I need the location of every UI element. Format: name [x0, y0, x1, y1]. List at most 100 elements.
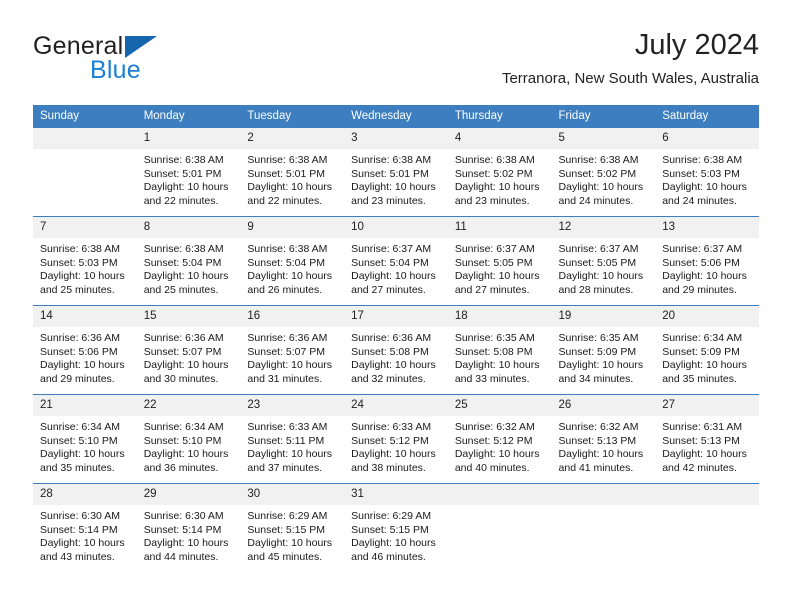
day-sun-info: Sunrise: 6:30 AM Sunset: 5:14 PM Daylight:… — [33, 505, 137, 564]
day-number: 14 — [33, 306, 137, 327]
day-number: 28 — [33, 484, 137, 505]
calendar-day-cell[interactable]: 1 Sunrise: 6:38 AM Sunset: 5:01 PM Daylight… — [136, 127, 241, 217]
sunrise-text: Sunrise: 6:29 AM — [247, 510, 328, 522]
calendar-day-cell[interactable]: 9 Sunrise: 6:38 AM Sunset: 5:04 PM Daylight… — [240, 216, 345, 306]
sunrise-text: Sunrise: 6:38 AM — [351, 154, 432, 166]
day-number: 3 — [344, 128, 448, 149]
daylight-text-line2: and 35 minutes. — [40, 461, 115, 474]
daylight-text-line1: Daylight: 10 hours — [351, 537, 436, 550]
calendar-day-cell[interactable]: 25 Sunrise: 6:32 AM Sunset: 5:12 PM Dayligh… — [447, 394, 552, 484]
calendar-day-cell[interactable]: 17 Sunrise: 6:36 AM Sunset: 5:08 PM Dayligh… — [344, 305, 448, 395]
daylight-text-line2: and 22 minutes. — [247, 194, 323, 207]
calendar-day-cell[interactable]: 4 Sunrise: 6:38 AM Sunset: 5:02 PM Daylight… — [447, 127, 552, 217]
calendar-day-cell[interactable]: 11 Sunrise: 6:37 AM Sunset: 5:05 PM Dayligh… — [447, 216, 552, 306]
daylight-text-line2: and 34 minutes. — [558, 372, 634, 385]
daylight-text-line1: Daylight: 10 hours — [662, 270, 747, 283]
day-number: 10 — [344, 217, 448, 238]
sunrise-text: Sunrise: 6:35 AM — [558, 332, 639, 344]
sunrise-text: Sunrise: 6:35 AM — [454, 332, 535, 344]
calendar-day-cell[interactable]: 8 Sunrise: 6:38 AM Sunset: 5:04 PM Daylight… — [136, 216, 241, 306]
calendar-day-cell[interactable]: 6 Sunrise: 6:38 AM Sunset: 5:03 PM Daylight… — [655, 127, 759, 217]
day-sun-info: Sunrise: 6:35 AM Sunset: 5:08 PM Daylight:… — [448, 327, 552, 386]
calendar-day-cell[interactable]: 5 Sunrise: 6:38 AM Sunset: 5:02 PM Daylight… — [551, 127, 656, 217]
daylight-text-line2: and 36 minutes. — [143, 461, 219, 474]
day-number — [33, 128, 137, 149]
day-number: 5 — [551, 128, 656, 149]
calendar-day-cell[interactable]: 19 Sunrise: 6:35 AM Sunset: 5:09 PM Dayligh… — [551, 305, 656, 395]
sunrise-text: Sunrise: 6:38 AM — [143, 243, 224, 255]
sunrise-text: Sunrise: 6:34 AM — [40, 421, 120, 433]
calendar-day-cell[interactable]: 16 Sunrise: 6:36 AM Sunset: 5:07 PM Dayligh… — [240, 305, 345, 395]
sunrise-text: Sunrise: 6:38 AM — [454, 154, 535, 166]
calendar-day-cell[interactable]: 3 Sunrise: 6:38 AM Sunset: 5:01 PM Daylight… — [344, 127, 448, 217]
day-sun-info: Sunrise: 6:30 AM Sunset: 5:14 PM Daylight:… — [137, 505, 241, 564]
day-sun-info: Sunrise: 6:36 AM Sunset: 5:08 PM Daylight:… — [344, 327, 448, 386]
daylight-text-line1: Daylight: 10 hours — [558, 181, 644, 194]
calendar-day-cell[interactable]: 30 Sunrise: 6:29 AM Sunset: 5:15 PM Dayligh… — [240, 483, 345, 572]
calendar-day-cell[interactable]: 27 Sunrise: 6:31 AM Sunset: 5:13 PM Dayligh… — [655, 394, 759, 484]
sunrise-text: Sunrise: 6:37 AM — [351, 243, 432, 255]
day-sun-info: Sunrise: 6:36 AM Sunset: 5:07 PM Daylight:… — [137, 327, 241, 386]
daylight-text-line2: and 26 minutes. — [247, 283, 323, 296]
day-number: 16 — [240, 306, 345, 327]
sunset-text: Sunset: 5:06 PM — [40, 345, 118, 358]
daylight-text-line2: and 37 minutes. — [247, 461, 323, 474]
daylight-text-line2: and 22 minutes. — [143, 194, 219, 207]
day-number: 22 — [136, 395, 241, 416]
calendar-day-cell[interactable]: 31 Sunrise: 6:29 AM Sunset: 5:15 PM Dayligh… — [344, 483, 448, 572]
day-number: 27 — [655, 395, 759, 416]
calendar-day-cell[interactable]: 21 Sunrise: 6:34 AM Sunset: 5:10 PM Dayligh… — [33, 394, 137, 484]
daylight-text-line1: Daylight: 10 hours — [143, 359, 229, 372]
day-number — [655, 484, 759, 505]
daylight-text-line1: Daylight: 10 hours — [40, 537, 125, 550]
calendar-day-cell-empty — [447, 483, 552, 572]
daylight-text-line2: and 41 minutes. — [558, 461, 634, 474]
sunrise-text: Sunrise: 6:38 AM — [662, 154, 743, 166]
daylight-text-line1: Daylight: 10 hours — [662, 181, 747, 194]
logo-text-blue: Blue — [90, 56, 141, 84]
calendar-day-cell[interactable]: 10 Sunrise: 6:37 AM Sunset: 5:04 PM Dayligh… — [344, 216, 448, 306]
calendar-day-cell[interactable]: 18 Sunrise: 6:35 AM Sunset: 5:08 PM Dayligh… — [447, 305, 552, 395]
sunrise-text: Sunrise: 6:33 AM — [351, 421, 432, 433]
calendar-day-cell[interactable]: 7 Sunrise: 6:38 AM Sunset: 5:03 PM Daylight… — [33, 216, 137, 306]
sunrise-text: Sunrise: 6:36 AM — [351, 332, 432, 344]
daylight-text-line1: Daylight: 10 hours — [247, 448, 333, 461]
calendar-day-cell[interactable]: 28 Sunrise: 6:30 AM Sunset: 5:14 PM Dayligh… — [33, 483, 137, 572]
calendar-day-cell[interactable]: 29 Sunrise: 6:30 AM Sunset: 5:14 PM Dayligh… — [136, 483, 241, 572]
calendar-day-cell[interactable]: 20 Sunrise: 6:34 AM Sunset: 5:09 PM Dayligh… — [655, 305, 759, 395]
daylight-text-line2: and 30 minutes. — [143, 372, 219, 385]
daylight-text-line1: Daylight: 10 hours — [247, 537, 333, 550]
day-sun-info: Sunrise: 6:38 AM Sunset: 5:03 PM Daylight:… — [655, 149, 759, 208]
page-title: July 2024 — [634, 29, 759, 61]
daylight-text-line1: Daylight: 10 hours — [351, 359, 436, 372]
daylight-text-line2: and 40 minutes. — [454, 461, 530, 474]
day-sun-info: Sunrise: 6:38 AM Sunset: 5:01 PM Daylight:… — [137, 149, 241, 208]
daylight-text-line1: Daylight: 10 hours — [40, 270, 125, 283]
calendar-day-cell[interactable]: 14 Sunrise: 6:36 AM Sunset: 5:06 PM Dayligh… — [33, 305, 137, 395]
sunset-text: Sunset: 5:13 PM — [662, 434, 740, 447]
calendar-day-cell[interactable]: 2 Sunrise: 6:38 AM Sunset: 5:01 PM Daylight… — [240, 127, 345, 217]
daylight-text-line2: and 24 minutes. — [558, 194, 634, 207]
calendar-day-cell[interactable]: 23 Sunrise: 6:33 AM Sunset: 5:11 PM Dayligh… — [240, 394, 345, 484]
day-number: 26 — [551, 395, 656, 416]
calendar-day-cell[interactable]: 24 Sunrise: 6:33 AM Sunset: 5:12 PM Dayligh… — [344, 394, 448, 484]
daylight-text-line2: and 31 minutes. — [247, 372, 323, 385]
day-sun-info: Sunrise: 6:31 AM Sunset: 5:13 PM Daylight:… — [655, 416, 759, 475]
day-sun-info: Sunrise: 6:29 AM Sunset: 5:15 PM Daylight:… — [344, 505, 448, 564]
weekday-header-friday: Friday — [551, 105, 656, 128]
day-number: 2 — [240, 128, 345, 149]
daylight-text-line1: Daylight: 10 hours — [351, 270, 436, 283]
calendar-day-cell[interactable]: 13 Sunrise: 6:37 AM Sunset: 5:06 PM Dayligh… — [655, 216, 759, 306]
day-sun-info: Sunrise: 6:34 AM Sunset: 5:10 PM Daylight:… — [33, 416, 137, 475]
calendar-day-cell[interactable]: 26 Sunrise: 6:32 AM Sunset: 5:13 PM Dayligh… — [551, 394, 656, 484]
sunset-text: Sunset: 5:07 PM — [247, 345, 326, 358]
sunset-text: Sunset: 5:13 PM — [558, 434, 637, 447]
daylight-text-line1: Daylight: 10 hours — [143, 270, 229, 283]
day-number: 4 — [447, 128, 552, 149]
day-sun-info: Sunrise: 6:36 AM Sunset: 5:07 PM Daylight:… — [240, 327, 344, 386]
calendar-day-cell[interactable]: 15 Sunrise: 6:36 AM Sunset: 5:07 PM Dayligh… — [136, 305, 241, 395]
calendar-day-cell[interactable]: 22 Sunrise: 6:34 AM Sunset: 5:10 PM Dayligh… — [136, 394, 241, 484]
calendar-day-cell[interactable]: 12 Sunrise: 6:37 AM Sunset: 5:05 PM Dayligh… — [551, 216, 656, 306]
daylight-text-line1: Daylight: 10 hours — [40, 448, 125, 461]
sunrise-text: Sunrise: 6:37 AM — [454, 243, 535, 255]
